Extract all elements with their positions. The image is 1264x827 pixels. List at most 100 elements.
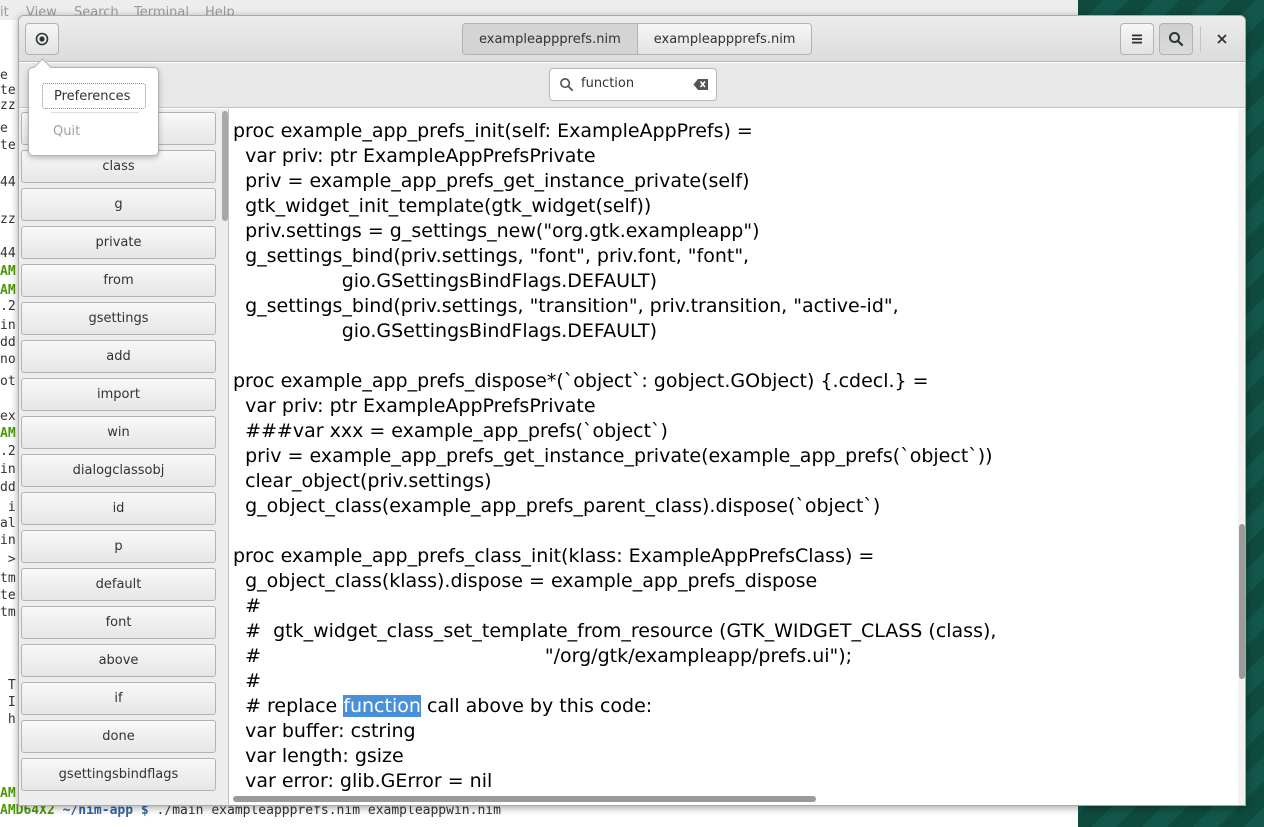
code-line-highlighted: # replace function call above by this co… <box>233 694 652 719</box>
terminal-line: te <box>0 83 16 98</box>
code-line: gtk_widget_init_template(gtk_widget(self… <box>233 195 652 217</box>
sidebar-word-button[interactable]: dialogclassobj <box>21 454 216 487</box>
horizontal-scroll-thumb[interactable] <box>233 796 816 802</box>
tab-exampleappprefs-2[interactable]: exampleappprefs.nim <box>636 24 812 54</box>
editor-vertical-scrollbar[interactable] <box>1238 109 1245 805</box>
sidebar-scrollbar[interactable] <box>222 111 228 221</box>
code-line: var error: glib.GError = nil <box>233 770 493 792</box>
text-editor[interactable]: proc example_app_prefs_init(self: Exampl… <box>230 109 1234 805</box>
sidebar-word-button[interactable]: id <box>21 492 216 525</box>
code-line: # gtk_widget_class_set_template_from_res… <box>233 620 997 642</box>
close-icon <box>1217 34 1227 44</box>
search-icon <box>1169 32 1184 47</box>
preferences-menu-item[interactable]: Preferences <box>42 83 146 109</box>
sidebar-word-button[interactable]: gsettingsbindflags <box>21 758 216 791</box>
terminal-menu-item[interactable]: it <box>0 5 9 20</box>
terminal-line: tm <box>0 571 16 586</box>
terminal-line: tm <box>0 605 16 620</box>
code-line: # <box>233 595 261 617</box>
search-toggle-button[interactable] <box>1159 23 1193 55</box>
gear-menu-button[interactable] <box>25 23 59 55</box>
search-input[interactable] <box>581 76 691 91</box>
code-line: priv = example_app_prefs_get_instance_pr… <box>233 170 750 192</box>
terminal-line: te <box>0 138 16 153</box>
search-icon <box>560 78 574 92</box>
terminal-line: AM <box>0 283 16 298</box>
sidebar-word-button[interactable]: private <box>21 226 216 259</box>
tab-exampleappprefs-1[interactable]: exampleappprefs.nim <box>463 24 637 54</box>
search-bar <box>19 63 1245 108</box>
sidebar-word-button[interactable]: from <box>21 264 216 297</box>
code-line: g_settings_bind(priv.settings, "font", p… <box>233 245 750 267</box>
code-line: proc example_app_prefs_dispose*(`object`… <box>233 370 929 392</box>
terminal-line: > <box>0 552 16 567</box>
terminal-line: dd <box>0 335 16 350</box>
terminal-line: ot <box>0 374 16 389</box>
terminal-line: no <box>0 352 16 367</box>
terminal-line: 44 <box>0 246 16 261</box>
code-line: var length: gsize <box>233 745 404 767</box>
terminal-line: AM <box>0 264 16 279</box>
terminal-line: e <box>0 121 8 136</box>
terminal-line: AM <box>0 786 16 801</box>
word-sidebar: class g private from gsettings add import win di… <box>19 109 229 805</box>
terminal-line: 44 <box>0 175 16 190</box>
vertical-scroll-thumb[interactable] <box>1239 524 1245 679</box>
sidebar-word-button[interactable]: g <box>21 188 216 221</box>
editor-horizontal-scrollbar[interactable] <box>230 794 1234 802</box>
terminal-line: T <box>0 678 16 693</box>
terminal-line: in <box>0 318 16 333</box>
code-line: var priv: ptr ExampleAppPrefsPrivate <box>233 145 596 167</box>
sidebar-word-button[interactable]: win <box>21 416 216 449</box>
code-text: call above by this code: <box>420 695 653 717</box>
hamburger-icon <box>1132 34 1142 44</box>
terminal-line: in <box>0 533 16 548</box>
sidebar-word-button[interactable]: font <box>21 606 216 639</box>
clear-search-icon[interactable] <box>693 78 709 91</box>
quit-menu-item[interactable]: Quit <box>42 118 146 144</box>
sidebar-word-button[interactable]: above <box>21 644 216 677</box>
terminal-line: i <box>0 500 16 515</box>
sidebar-word-button[interactable]: p <box>21 530 216 563</box>
code-text: # replace <box>233 695 344 717</box>
code-line: g_settings_bind(priv.settings, "transiti… <box>233 295 899 317</box>
close-button[interactable] <box>1205 23 1239 55</box>
terminal-line: zz <box>0 212 16 227</box>
code-line: proc example_app_prefs_class_init(klass:… <box>233 545 875 567</box>
sidebar-word-button[interactable]: if <box>21 682 216 715</box>
terminal-line: .2 <box>0 299 16 314</box>
code-line: gio.GSettingsBindFlags.DEFAULT) <box>233 320 658 342</box>
app-menu-popover: Preferences Quit <box>28 67 159 156</box>
code-line: gio.GSettingsBindFlags.DEFAULT) <box>233 270 658 292</box>
search-match: function <box>343 695 421 717</box>
code-line: var buffer: cstring <box>233 720 416 742</box>
terminal-line: .2 <box>0 444 16 459</box>
menu-separator <box>51 112 139 113</box>
app-window: exampleappprefs.nim exampleappprefs.nim … <box>18 15 1246 806</box>
search-entry[interactable] <box>549 68 717 101</box>
sidebar-word-button[interactable]: add <box>21 340 216 373</box>
code-line: var priv: ptr ExampleAppPrefsPrivate <box>233 395 596 417</box>
sidebar-word-button[interactable]: import <box>21 378 216 411</box>
terminal-line: zz <box>0 98 16 113</box>
record-icon <box>35 32 49 46</box>
sidebar-word-button[interactable]: gsettings <box>21 302 216 335</box>
code-line: g_object_class(example_app_prefs_parent_… <box>233 495 881 517</box>
terminal-line: dd <box>0 480 16 495</box>
terminal-line: ex <box>0 409 16 424</box>
menu-button[interactable] <box>1120 23 1154 55</box>
sidebar-word-button[interactable]: default <box>21 568 216 601</box>
header-bar: exampleappprefs.nim exampleappprefs.nim <box>19 16 1245 62</box>
sidebar-word-button[interactable]: done <box>21 720 216 753</box>
code-line: proc example_app_prefs_init(self: Exampl… <box>233 120 753 142</box>
code-line: # <box>233 670 261 692</box>
code-line: clear_object(priv.settings) <box>233 470 492 492</box>
terminal-line: te <box>0 588 16 603</box>
code-line: ###var xxx = example_app_prefs(`object`) <box>233 420 668 442</box>
terminal-line: al <box>0 516 16 531</box>
terminal-line: h <box>0 712 16 727</box>
terminal-line: in <box>0 462 16 477</box>
header-separator <box>1200 26 1201 52</box>
code-line: # "/org/gtk/exampleapp/prefs.ui"); <box>233 645 853 667</box>
code-line: g_object_class(klass).dispose = example_… <box>233 570 818 592</box>
